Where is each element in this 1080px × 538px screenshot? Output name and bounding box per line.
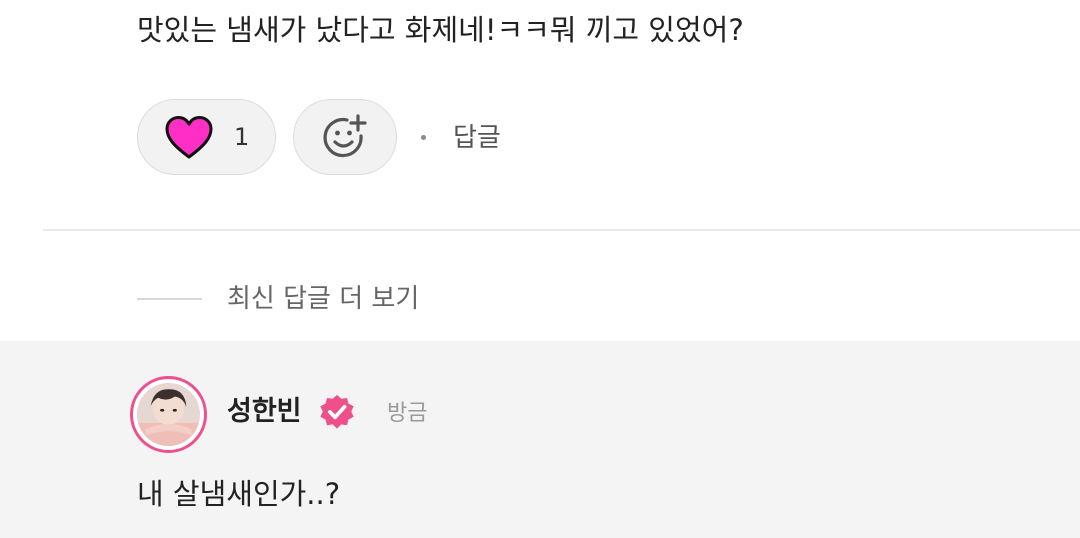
view-more-replies-button[interactable]: 최신 답글 더 보기 bbox=[227, 281, 419, 317]
divider bbox=[43, 229, 1080, 231]
comment-text: 맛있는 냄새가 났다고 화제네!ㅋㅋ뭐 끼고 있었어? bbox=[137, 13, 744, 47]
like-count: 1 bbox=[234, 123, 250, 151]
add-reaction-icon bbox=[323, 114, 367, 158]
reply-button[interactable]: 답글 bbox=[453, 120, 501, 156]
reply-username[interactable]: 성한빈 bbox=[227, 393, 302, 431]
avatar[interactable] bbox=[130, 376, 207, 453]
separator-dot bbox=[421, 135, 426, 140]
verified-badge-icon bbox=[318, 393, 356, 431]
reply-text: 내 살냄새인가..? bbox=[137, 477, 341, 511]
reply-item: 성한빈 방금 내 살냄새인가..? bbox=[0, 341, 1080, 538]
avatar-photo bbox=[137, 383, 200, 446]
add-reaction-button[interactable] bbox=[293, 99, 397, 175]
more-replies-line bbox=[137, 298, 202, 300]
reply-timestamp: 방금 bbox=[387, 401, 428, 426]
like-button[interactable]: 1 bbox=[137, 99, 276, 175]
comment-thread: 맛있는 냄새가 났다고 화제네!ㅋㅋ뭐 끼고 있었어? 1 답글 최신 답글 더… bbox=[0, 0, 1080, 538]
heart-icon bbox=[165, 116, 213, 159]
